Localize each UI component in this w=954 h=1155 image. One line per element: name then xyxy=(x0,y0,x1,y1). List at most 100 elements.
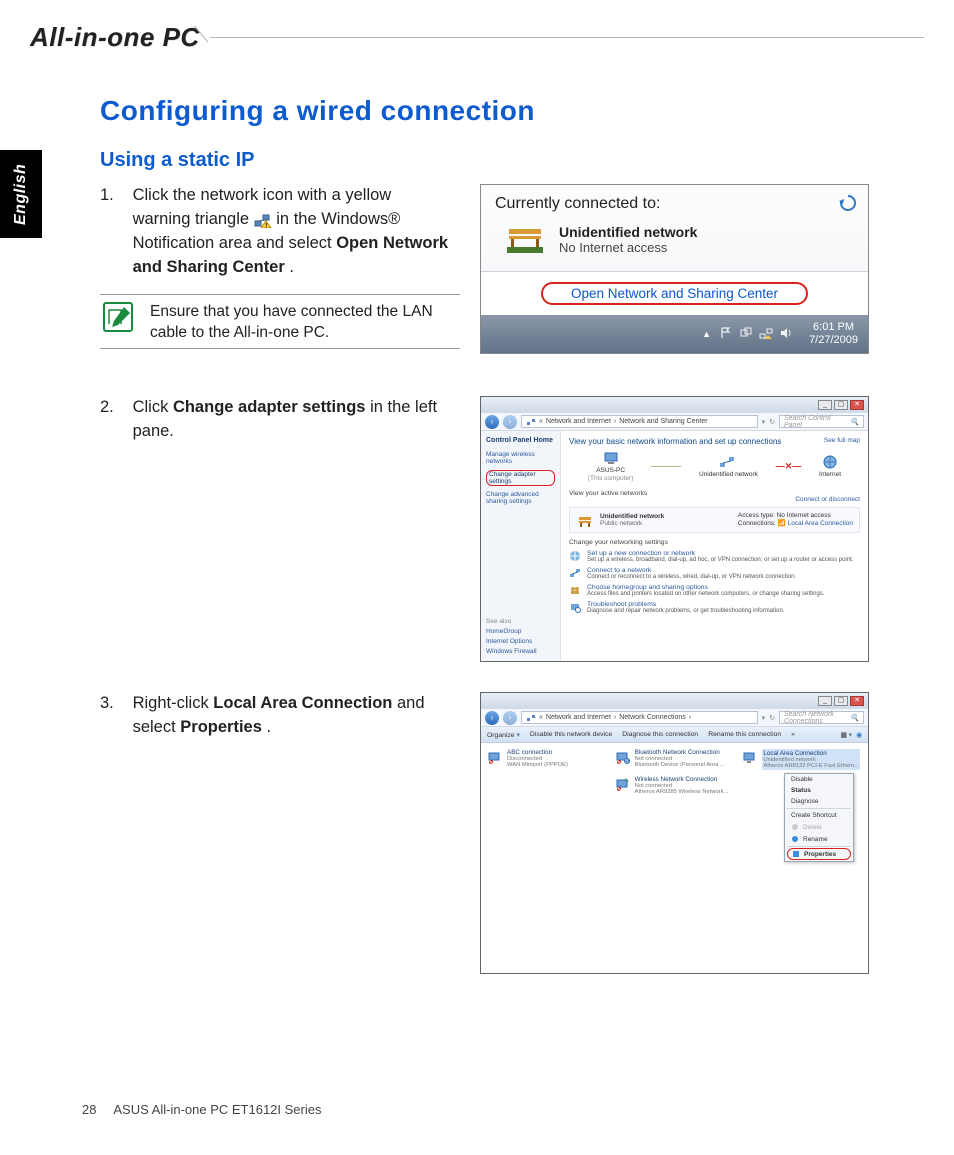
link-change-advanced[interactable]: Change advanced sharing settings xyxy=(486,491,555,505)
breadcrumb-3[interactable]: « Network and Internet› Network Connecti… xyxy=(521,711,758,724)
menu-diagnose[interactable]: Diagnose xyxy=(785,796,853,807)
refresh-icon[interactable] xyxy=(838,193,858,213)
conn-abc[interactable]: ABC connectionDisconnectedWAN Miniport (… xyxy=(487,749,607,770)
close-button[interactable]: ✕ xyxy=(850,400,864,410)
view-icon[interactable]: ▦ ▾ xyxy=(840,731,852,739)
step-3-period: . xyxy=(267,718,272,736)
flyout-title: Currently connected to: xyxy=(495,195,854,213)
search-input-3[interactable]: Search Network Connections🔍 xyxy=(779,711,864,724)
see-full-map-link[interactable]: See full map xyxy=(824,437,860,444)
step-3-bold-2: Properties xyxy=(180,718,262,736)
step-2-row: 2. Click Change adapter settings in the … xyxy=(100,396,869,662)
max-button[interactable]: ▢ xyxy=(834,400,848,410)
tray-icons xyxy=(719,326,793,343)
flyout-link-row: Open Network and Sharing Center xyxy=(481,272,868,315)
taskbar-clock[interactable]: 6:01 PM 7/27/2009 xyxy=(801,321,858,346)
crumb-b: Network and Sharing Center xyxy=(619,418,707,425)
flyout-network: Unidentified network No Internet access xyxy=(505,221,854,257)
network-map: ASUS-PC(This computer) ——— Unidentified … xyxy=(579,450,850,482)
menu-shortcut[interactable]: Create Shortcut xyxy=(785,810,853,821)
conn-bluetooth[interactable]: B Bluetooth Network ConnectionNot connec… xyxy=(615,749,735,770)
menu-properties[interactable]: Properties xyxy=(787,848,851,860)
titlebar-3: _ ▢ ✕ xyxy=(481,693,868,709)
section-title: Using a static IP xyxy=(100,149,869,172)
conn-wireless[interactable]: Wireless Network ConnectionNot connected… xyxy=(615,776,735,795)
step-2-text: 2. Click Change adapter settings in the … xyxy=(100,396,460,444)
back-button-3[interactable]: ‹ xyxy=(485,711,499,725)
change-settings-head: Change your networking settings xyxy=(569,539,860,546)
rename-btn[interactable]: Rename this connection xyxy=(708,731,781,738)
conn-local-area[interactable]: Local Area ConnectionUnidentified networ… xyxy=(742,749,862,770)
taskbar: ▲ 6:01 PM 7/27/2009 xyxy=(481,315,868,353)
min-button-3[interactable]: _ xyxy=(818,696,832,706)
flyout-top: Currently connected to: Unidentified net… xyxy=(481,185,868,272)
item-homegroup[interactable]: Choose homegroup and sharing optionsAcce… xyxy=(569,584,860,597)
page-number: 28 xyxy=(82,1102,96,1117)
tray-arrow-icon[interactable]: ▲ xyxy=(702,329,711,339)
header-rule xyxy=(210,37,924,38)
breadcrumb[interactable]: « Network and Internet› Network and Shar… xyxy=(521,415,758,428)
content-area: Configuring a wired connection Using a s… xyxy=(100,95,869,1004)
diagnose-btn[interactable]: Diagnose this connection xyxy=(622,731,698,738)
menu-rename[interactable]: Rename xyxy=(785,833,853,845)
main-heading: View your basic network information and … xyxy=(569,437,860,446)
see-also-label: See also xyxy=(486,618,555,625)
max-button-3[interactable]: ▢ xyxy=(834,696,848,706)
note-icon xyxy=(100,299,136,335)
network-tray-icon[interactable] xyxy=(759,326,773,343)
step-2-text-a: Click xyxy=(133,398,173,416)
page-title: Configuring a wired connection xyxy=(100,95,869,127)
devices-icon[interactable] xyxy=(739,326,753,343)
link-homegroup[interactable]: HomeGroup xyxy=(486,628,555,635)
forward-button-3[interactable]: › xyxy=(503,711,517,725)
left-pane: Control Panel Home Manage wireless netwo… xyxy=(481,431,561,661)
volume-icon[interactable] xyxy=(779,326,793,343)
address-bar-row-3: ‹ › « Network and Internet› Network Conn… xyxy=(481,709,868,727)
link-internet-options[interactable]: Internet Options xyxy=(486,638,555,645)
clock-date: 7/27/2009 xyxy=(809,334,858,347)
open-network-sharing-link[interactable]: Open Network and Sharing Center xyxy=(541,282,808,305)
product-name: All-in-one PC xyxy=(30,22,200,53)
link-manage-wireless[interactable]: Manage wireless networks xyxy=(486,451,555,465)
link-change-adapter[interactable]: Change adapter settings xyxy=(486,470,555,486)
min-button[interactable]: _ xyxy=(818,400,832,410)
flyout-net-sub: No Internet access xyxy=(559,240,697,255)
help-icon[interactable]: ◉ xyxy=(856,731,862,739)
organize-menu[interactable]: Organize ▾ xyxy=(487,731,520,739)
active-network-box: Unidentified networkPublic network Acces… xyxy=(569,507,860,533)
close-button-3[interactable]: ✕ xyxy=(850,696,864,706)
step-3-number: 3. xyxy=(100,692,128,716)
item-troubleshoot[interactable]: Troubleshoot problemsDiagnose and repair… xyxy=(569,601,860,614)
main-pane: View your basic network information and … xyxy=(561,431,868,661)
forward-button[interactable]: › xyxy=(503,415,517,429)
language-tab: English xyxy=(0,150,42,238)
connect-disconnect-link[interactable]: Connect or disconnect xyxy=(569,496,860,503)
item-connect-network[interactable]: Connect to a networkConnect or reconnect… xyxy=(569,567,860,580)
bench-icon xyxy=(505,221,545,257)
step-2-number: 2. xyxy=(100,396,128,420)
step-1-text: 1. Click the network icon with a yellow … xyxy=(100,184,460,349)
flag-icon[interactable] xyxy=(719,326,733,343)
step-3-text-a: Right-click xyxy=(133,694,214,712)
item-setup-connection[interactable]: Set up a new connection or networkSet up… xyxy=(569,550,860,563)
menu-disable[interactable]: Disable xyxy=(785,774,853,785)
connections-body: ABC connectionDisconnectedWAN Miniport (… xyxy=(481,743,868,973)
step-3-row: 3. Right-click Local Area Connection and… xyxy=(100,692,869,974)
step-3-bold-1: Local Area Connection xyxy=(213,694,392,712)
link-windows-firewall[interactable]: Windows Firewall xyxy=(486,648,555,655)
titlebar: _ ▢ ✕ xyxy=(481,397,868,413)
note-box: Ensure that you have connected the LAN c… xyxy=(100,294,460,349)
menu-status[interactable]: Status xyxy=(785,785,853,796)
step-3-text: 3. Right-click Local Area Connection and… xyxy=(100,692,460,740)
disable-device-btn[interactable]: Disable this network device xyxy=(530,731,612,738)
address-bar-row: ‹ › « Network and Internet› Network and … xyxy=(481,413,868,431)
screenshot-network-flyout: Currently connected to: Unidentified net… xyxy=(480,184,869,354)
back-button[interactable]: ‹ xyxy=(485,415,499,429)
footer-text: ASUS All-in-one PC ET1612I Series xyxy=(113,1102,321,1117)
toolbar-3: Organize ▾ Disable this network device D… xyxy=(481,727,868,743)
control-panel-home[interactable]: Control Panel Home xyxy=(486,437,555,444)
step-1-period: . xyxy=(289,258,294,276)
search-input[interactable]: Search Control Panel🔍 xyxy=(779,415,864,428)
settings-list: Set up a new connection or networkSet up… xyxy=(569,550,860,614)
menu-delete: Delete xyxy=(785,821,853,833)
